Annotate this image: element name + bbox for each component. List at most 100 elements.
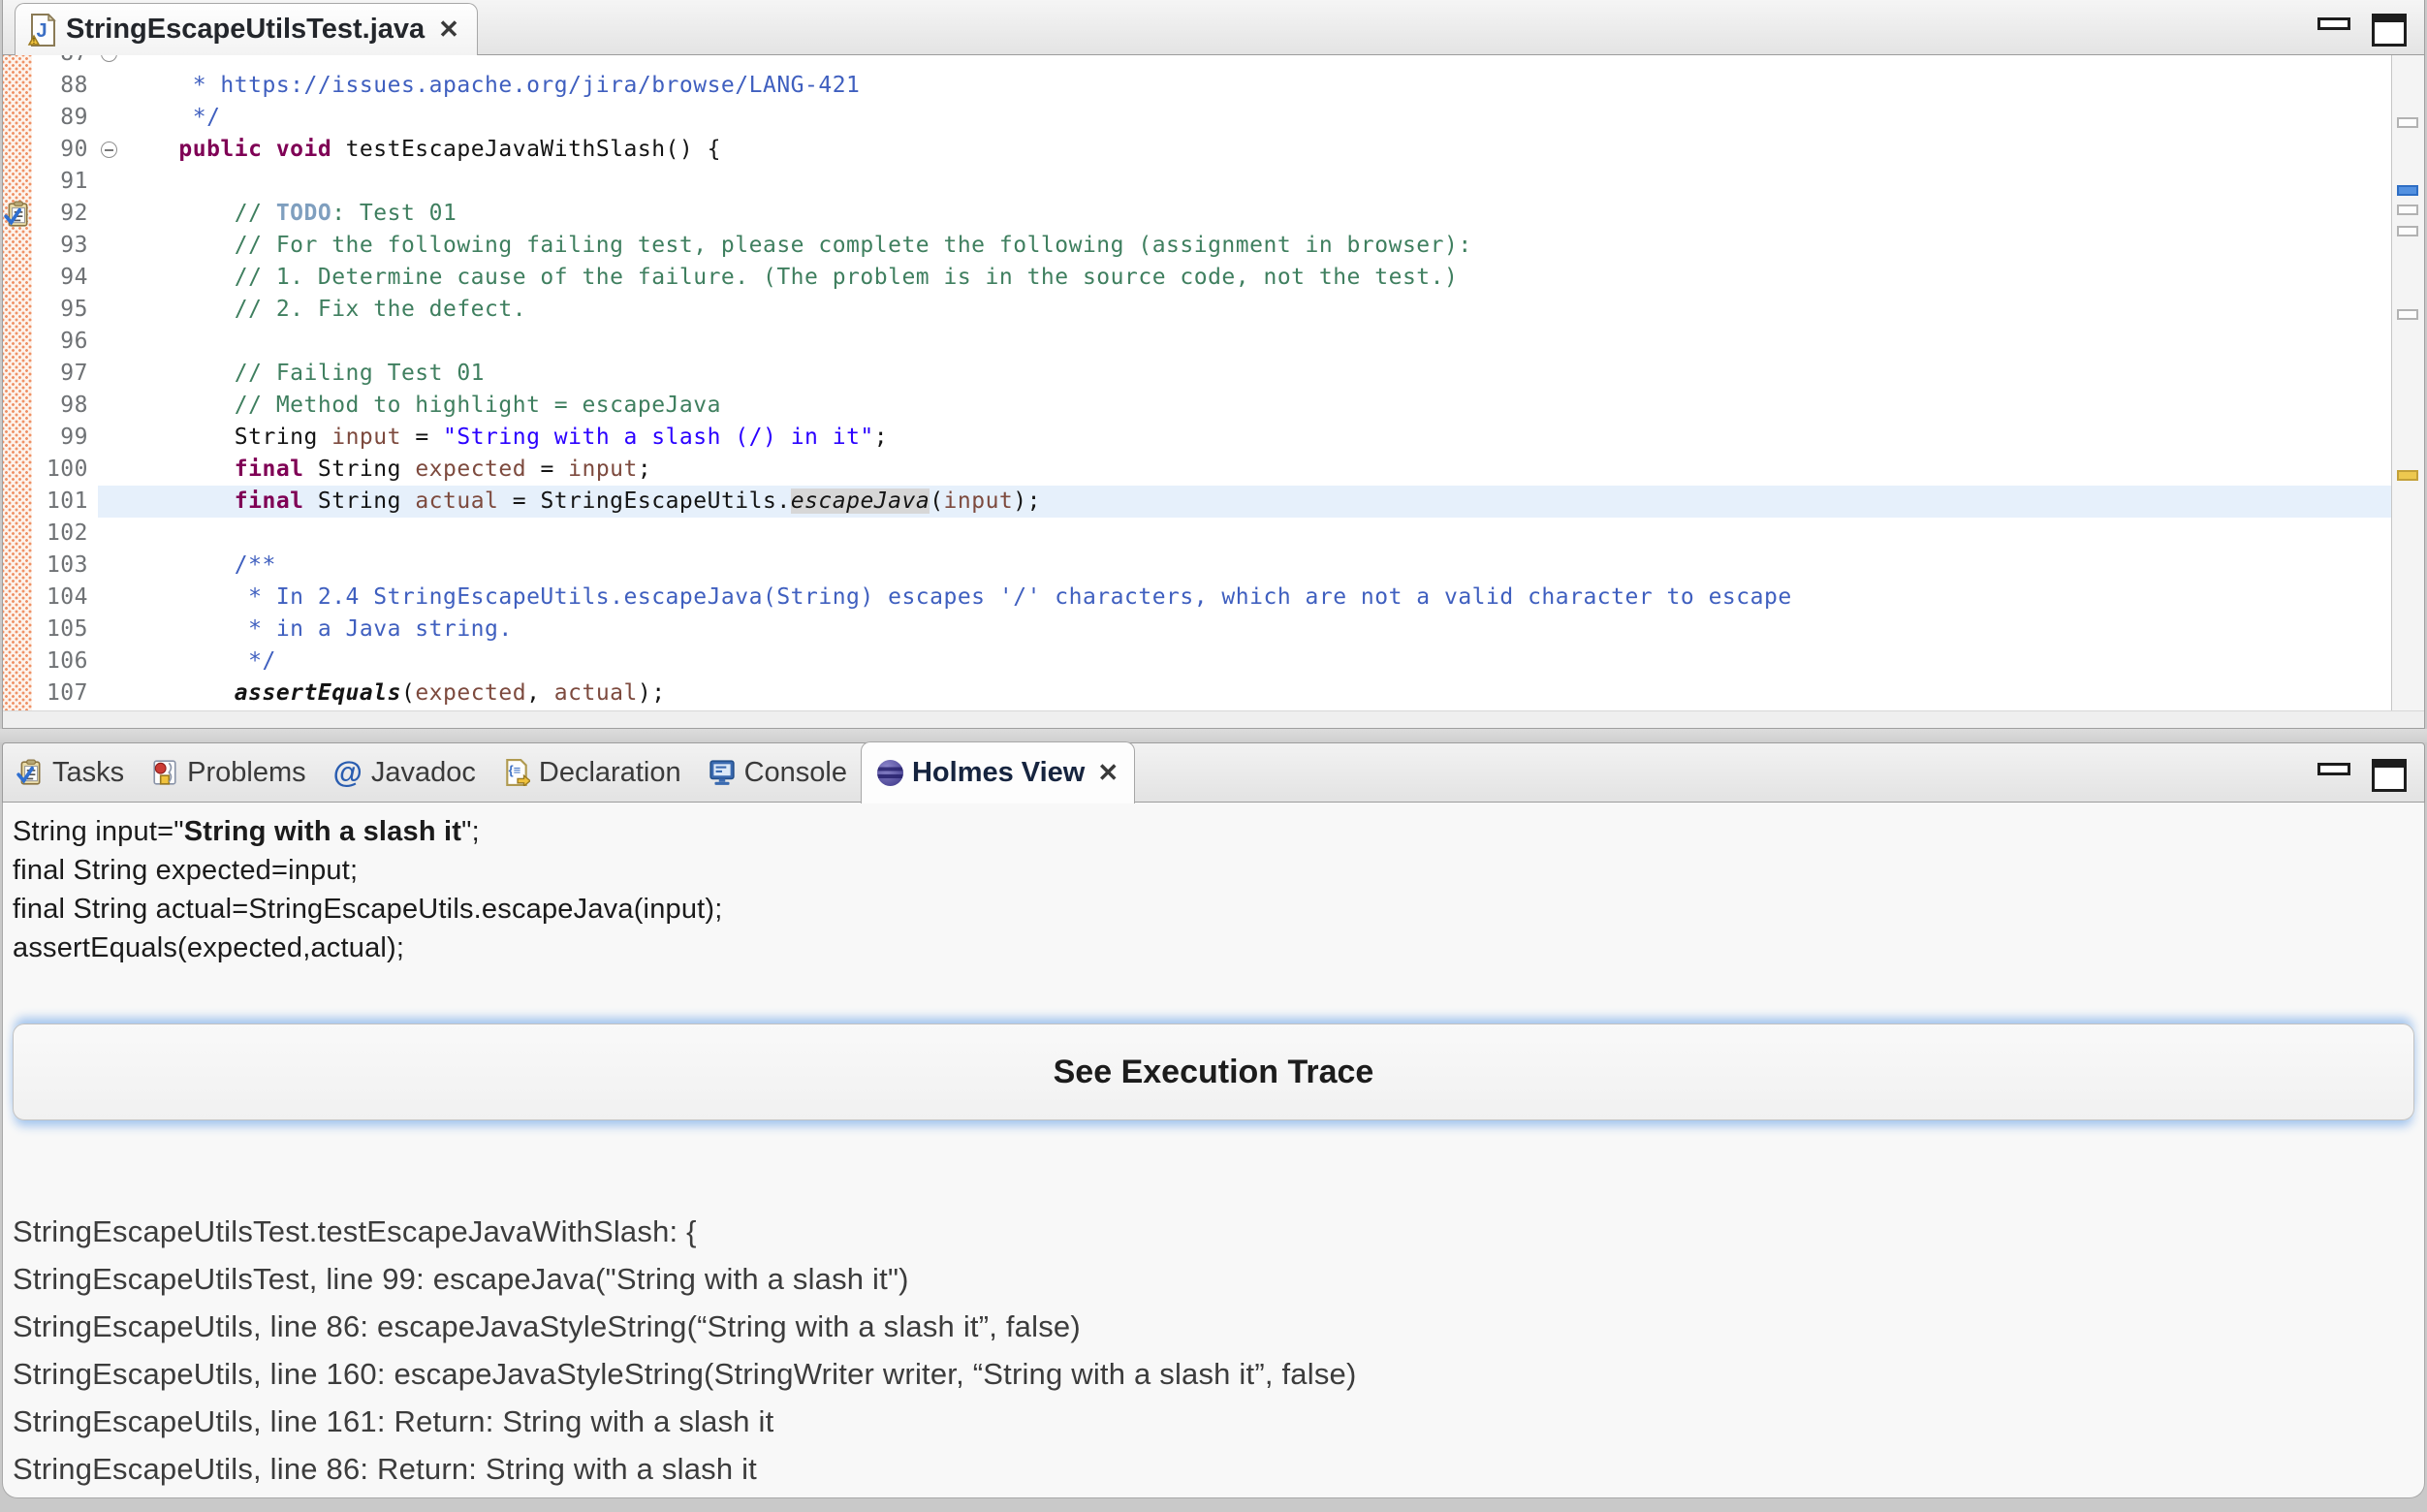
editor-tab-stringescapeutilstest[interactable]: J ! StringEscapeUtilsTest.java ✕ xyxy=(15,3,478,55)
fold-column[interactable] xyxy=(98,134,123,166)
code-text[interactable]: * xyxy=(123,55,2391,70)
line-number[interactable]: 93 xyxy=(32,230,98,262)
fold-column[interactable] xyxy=(98,55,123,70)
editor-tab-close-icon[interactable]: ✕ xyxy=(438,15,459,45)
annotation-gutter[interactable] xyxy=(3,55,32,710)
code-line[interactable]: 103 /** xyxy=(32,550,2391,582)
line-number[interactable]: 105 xyxy=(32,614,98,646)
code-line[interactable]: 107 assertEquals(expected, actual); xyxy=(32,677,2391,709)
code-text[interactable]: // 2. Fix the defect. xyxy=(123,294,2391,326)
line-number[interactable]: 102 xyxy=(32,518,98,550)
ruler-marker-gray[interactable] xyxy=(2397,226,2418,236)
line-number[interactable]: 104 xyxy=(32,582,98,614)
code-text[interactable]: public void testEscapeJavaWithSlash() { xyxy=(123,134,2391,166)
code-line[interactable]: 96 xyxy=(32,326,2391,358)
fold-column[interactable] xyxy=(98,230,123,262)
task-marker-icon[interactable] xyxy=(4,201,31,228)
code-text[interactable]: final String actual = StringEscapeUtils.… xyxy=(123,486,2391,518)
fold-column[interactable] xyxy=(98,262,123,294)
collapse-icon[interactable] xyxy=(101,142,117,158)
line-number[interactable]: 107 xyxy=(32,677,98,709)
sash-divider[interactable] xyxy=(0,729,2427,742)
code-line[interactable]: 94 // 1. Determine cause of the failure.… xyxy=(32,262,2391,294)
code-text[interactable]: // TODO: Test 01 xyxy=(123,198,2391,230)
code-line[interactable]: 92 // TODO: Test 01 xyxy=(32,198,2391,230)
fold-column[interactable] xyxy=(98,422,123,454)
collapse-icon[interactable] xyxy=(101,55,117,62)
fold-column[interactable] xyxy=(98,326,123,358)
code-text[interactable]: // Failing Test 01 xyxy=(123,358,2391,390)
code-line[interactable]: 102 xyxy=(32,518,2391,550)
code-text[interactable]: // 1. Determine cause of the failure. (T… xyxy=(123,262,2391,294)
tab-console[interactable]: Console xyxy=(695,743,861,802)
minimize-icon[interactable] xyxy=(2317,763,2350,775)
line-number[interactable]: 89 xyxy=(32,102,98,134)
code-text[interactable] xyxy=(123,518,2391,550)
code-line[interactable]: 104 * In 2.4 StringEscapeUtils.escapeJav… xyxy=(32,582,2391,614)
fold-column[interactable] xyxy=(98,390,123,422)
tab-declaration[interactable]: {≡Declaration xyxy=(489,743,695,802)
line-number[interactable]: 99 xyxy=(32,422,98,454)
tab-javadoc[interactable]: @Javadoc xyxy=(320,743,489,802)
minimize-icon[interactable] xyxy=(2317,17,2350,30)
line-number[interactable]: 88 xyxy=(32,70,98,102)
line-number[interactable]: 95 xyxy=(32,294,98,326)
fold-column[interactable] xyxy=(98,198,123,230)
code-line[interactable]: 91 xyxy=(32,166,2391,198)
code-text[interactable]: assertEquals(expected, actual); xyxy=(123,677,2391,709)
fold-column[interactable] xyxy=(98,582,123,614)
ruler-marker-yellow[interactable] xyxy=(2397,470,2418,481)
line-number[interactable]: 97 xyxy=(32,358,98,390)
fold-column[interactable] xyxy=(98,486,123,518)
line-number[interactable]: 90 xyxy=(32,134,98,166)
ruler-marker-blue[interactable] xyxy=(2397,185,2418,196)
code-line[interactable]: 106 */ xyxy=(32,646,2391,677)
code-text[interactable]: */ xyxy=(123,646,2391,677)
code-text[interactable]: * in a Java string. xyxy=(123,614,2391,646)
code-line[interactable]: 101 final String actual = StringEscapeUt… xyxy=(32,486,2391,518)
maximize-icon[interactable] xyxy=(2372,14,2407,47)
code-line[interactable]: 90 public void testEscapeJavaWithSlash()… xyxy=(32,134,2391,166)
code-line[interactable]: 93 // For the following failing test, pl… xyxy=(32,230,2391,262)
code-text[interactable]: String input = "String with a slash (/) … xyxy=(123,422,2391,454)
code-line[interactable]: 95 // 2. Fix the defect. xyxy=(32,294,2391,326)
code-line[interactable]: 89 */ xyxy=(32,102,2391,134)
line-number[interactable]: 94 xyxy=(32,262,98,294)
code-line[interactable]: 98 // Method to highlight = escapeJava xyxy=(32,390,2391,422)
line-number[interactable]: 91 xyxy=(32,166,98,198)
code-text[interactable] xyxy=(123,326,2391,358)
line-number[interactable]: 106 xyxy=(32,646,98,677)
overview-ruler[interactable] xyxy=(2391,55,2424,710)
ruler-marker-gray[interactable] xyxy=(2397,117,2418,128)
fold-column[interactable] xyxy=(98,358,123,390)
line-number[interactable]: 103 xyxy=(32,550,98,582)
code-line[interactable]: 105 * in a Java string. xyxy=(32,614,2391,646)
code-line[interactable]: 87 * xyxy=(32,55,2391,70)
line-number[interactable]: 98 xyxy=(32,390,98,422)
code-line[interactable]: 97 // Failing Test 01 xyxy=(32,358,2391,390)
code-text[interactable]: * In 2.4 StringEscapeUtils.escapeJava(St… xyxy=(123,582,2391,614)
maximize-icon[interactable] xyxy=(2372,759,2407,792)
fold-column[interactable] xyxy=(98,614,123,646)
code-text[interactable]: * https://issues.apache.org/jira/browse/… xyxy=(123,70,2391,102)
line-number[interactable]: 101 xyxy=(32,486,98,518)
line-number[interactable]: 92 xyxy=(32,198,98,230)
line-number[interactable]: 96 xyxy=(32,326,98,358)
fold-column[interactable] xyxy=(98,294,123,326)
tab-holmes-view[interactable]: Holmes View✕ xyxy=(861,741,1135,803)
fold-column[interactable] xyxy=(98,102,123,134)
fold-column[interactable] xyxy=(98,518,123,550)
tab-close-icon[interactable]: ✕ xyxy=(1097,758,1119,788)
horizontal-scrollbar[interactable] xyxy=(3,710,2424,728)
code-line[interactable]: 99 String input = "String with a slash (… xyxy=(32,422,2391,454)
fold-column[interactable] xyxy=(98,454,123,486)
code-text[interactable]: // Method to highlight = escapeJava xyxy=(123,390,2391,422)
code-text[interactable]: final String expected = input; xyxy=(123,454,2391,486)
line-number[interactable]: 87 xyxy=(32,55,98,70)
code-line[interactable]: 88 * https://issues.apache.org/jira/brow… xyxy=(32,70,2391,102)
code-text[interactable]: */ xyxy=(123,102,2391,134)
tab-problems[interactable]: Problems xyxy=(138,743,320,802)
fold-column[interactable] xyxy=(98,646,123,677)
see-execution-trace-button[interactable]: See Execution Trace xyxy=(13,1024,2414,1120)
code-text[interactable] xyxy=(123,166,2391,198)
